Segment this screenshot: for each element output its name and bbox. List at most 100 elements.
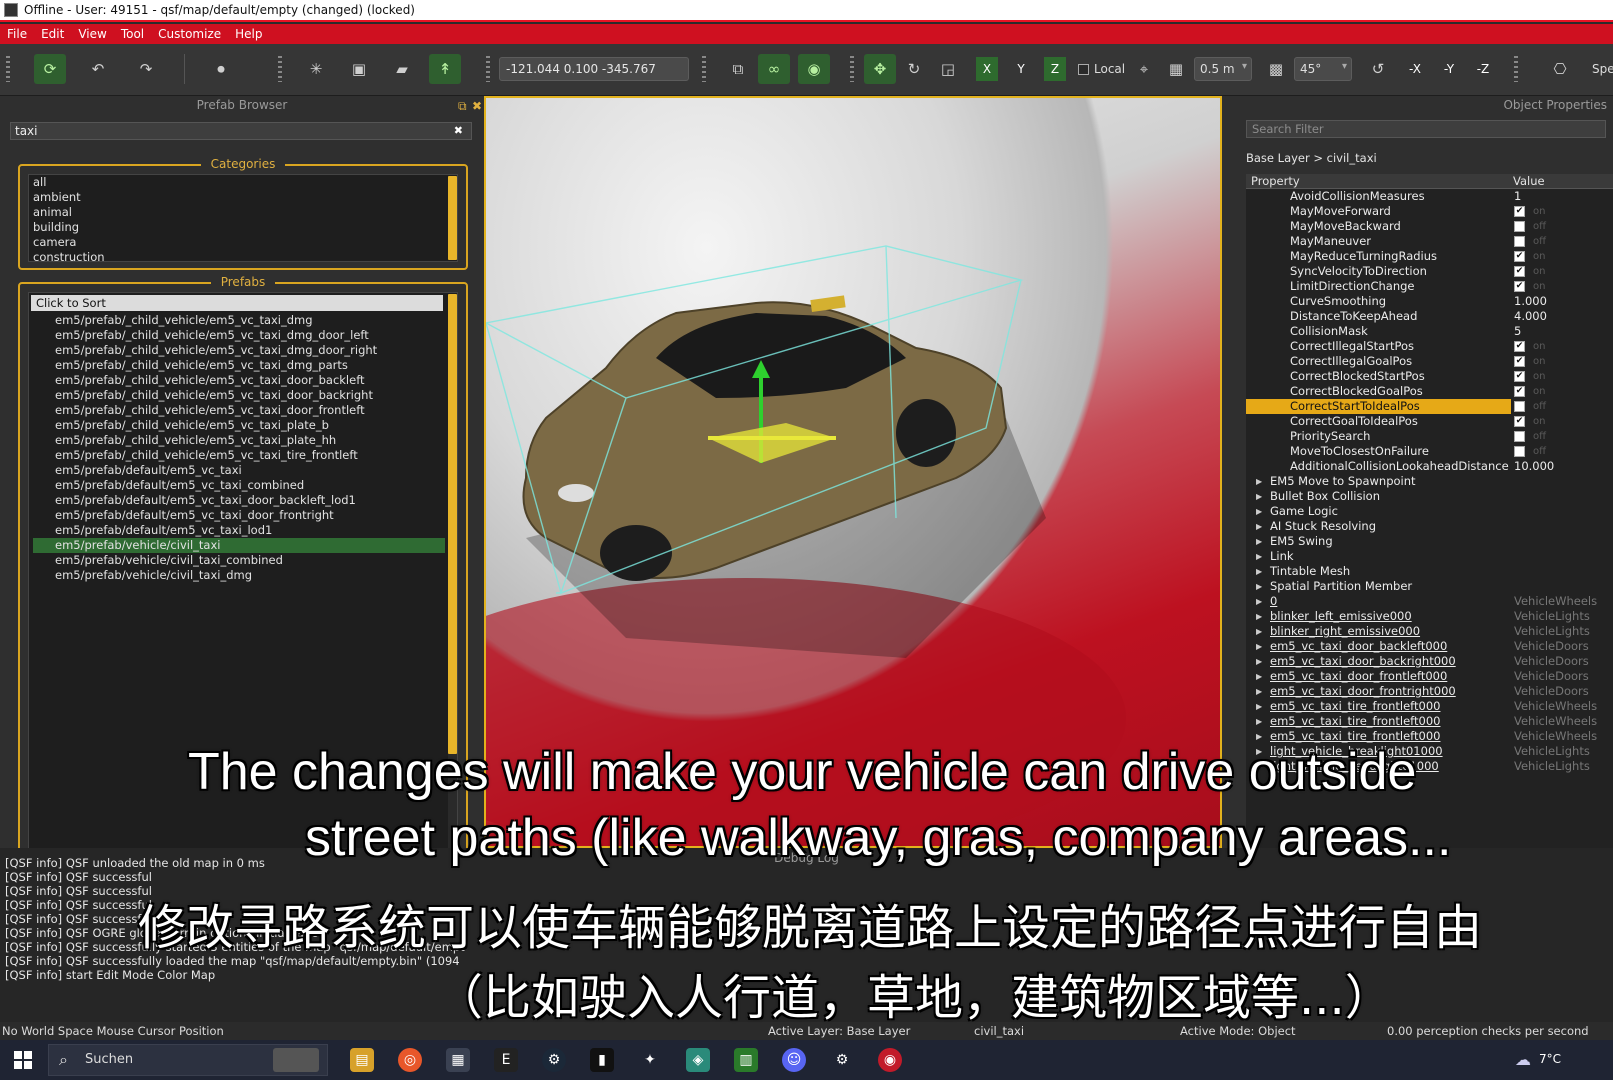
reset-rotation-icon[interactable]: ↺ [1362, 54, 1394, 84]
category-item[interactable]: ambient [29, 190, 457, 205]
child-entity-name[interactable]: blinker_left_emissive000 [1246, 609, 1511, 624]
property-value[interactable]: 1.000 [1511, 294, 1613, 309]
property-value[interactable]: ✔ on [1511, 339, 1613, 354]
property-checkbox[interactable]: ✔ [1514, 416, 1525, 427]
property-row[interactable]: DistanceToKeepAhead 4.000 [1246, 309, 1613, 324]
clear-search-icon[interactable]: ✖ [454, 124, 463, 137]
prefabs-scrollbar[interactable] [448, 294, 457, 930]
child-entity-name[interactable]: em5_vc_taxi_door_frontleft000 [1246, 669, 1511, 684]
play-icon[interactable]: ⏺ [205, 54, 237, 84]
grid-icon[interactable]: ▦ [1160, 54, 1192, 84]
menu-tool[interactable]: Tool [114, 27, 151, 41]
property-row[interactable]: CurveSmoothing 1.000 [1246, 294, 1613, 309]
steam-icon[interactable]: ⚙ [542, 1048, 566, 1072]
prefab-item[interactable]: em5/prefab/_child_vehicle/em5_vc_taxi_do… [33, 388, 445, 403]
property-section[interactable]: ▶ Bullet Box Collision [1246, 489, 1613, 504]
property-section[interactable]: ▶ EM5 Move to Spawnpoint [1246, 474, 1613, 489]
axis-x-toggle[interactable]: X [976, 57, 998, 81]
axis-y-toggle[interactable]: Y [1010, 57, 1032, 81]
scale-icon[interactable]: ◲ [932, 54, 964, 84]
neg-x-button[interactable]: -X [1404, 57, 1426, 81]
axis-z-toggle[interactable]: Z [1044, 57, 1066, 81]
child-entity-name[interactable]: em5_vc_taxi_tire_frontleft000 [1246, 699, 1511, 714]
child-entity-name[interactable]: em5_vc_taxi_tire_frontleft000 [1246, 729, 1511, 744]
move-icon[interactable]: ✥ [864, 54, 896, 84]
weather-icon[interactable]: ☁ [1515, 1050, 1531, 1069]
epic-games-icon[interactable]: E [494, 1048, 518, 1072]
property-value[interactable]: ✔ on [1511, 384, 1613, 399]
property-row[interactable]: CorrectBlockedStartPos ✔ on [1246, 369, 1613, 384]
property-row[interactable]: MoveToClosestOnFailure off [1246, 444, 1613, 459]
prefab-item[interactable]: em5/prefab/default/em5_vc_taxi_combined [33, 478, 445, 493]
expand-arrow-icon[interactable]: ▶ [1256, 489, 1262, 504]
grid-size-select[interactable]: 0.5 m [1194, 57, 1252, 81]
spreadsheet-icon[interactable]: ▥ [734, 1048, 758, 1072]
editor-app-icon[interactable]: ▦ [446, 1048, 470, 1072]
angle-snap-icon[interactable]: ▩ [1260, 54, 1292, 84]
property-row[interactable]: MayManeuver off [1246, 234, 1613, 249]
prefab-item[interactable]: em5/prefab/_child_vehicle/em5_vc_taxi_pl… [33, 418, 445, 433]
expand-arrow-icon[interactable]: ▶ [1256, 714, 1262, 729]
prefab-item[interactable]: em5/prefab/_child_vehicle/em5_vc_taxi_do… [33, 403, 445, 418]
prefab-item[interactable]: em5/prefab/_child_vehicle/em5_vc_taxi_dm… [33, 343, 445, 358]
float-icon[interactable]: ⧉ [458, 97, 467, 115]
col-property-header[interactable]: Property [1246, 174, 1508, 188]
property-checkbox[interactable]: ✔ [1514, 251, 1525, 262]
weather-temperature[interactable]: 7°C [1539, 1052, 1561, 1066]
property-value[interactable]: ✔ on [1511, 354, 1613, 369]
property-section[interactable]: ▶ Link [1246, 549, 1613, 564]
rotate-icon[interactable]: ↻ [898, 54, 930, 84]
property-checkbox[interactable]: ✔ [1514, 386, 1525, 397]
property-checkbox[interactable]: ✔ [1514, 356, 1525, 367]
property-value[interactable]: 5 [1511, 324, 1613, 339]
eye-icon[interactable]: ◉ [798, 54, 830, 84]
settings-icon[interactable]: ⚙ [830, 1048, 854, 1072]
infinity-icon[interactable]: ∞ [758, 54, 790, 84]
local-checkbox[interactable] [1078, 64, 1089, 75]
coordinates-field[interactable]: -121.044 0.100 -345.767 [499, 57, 689, 81]
prefab-item[interactable]: em5/prefab/_child_vehicle/em5_vc_taxi_dm… [33, 313, 445, 328]
refresh-icon[interactable]: ⟳ [34, 54, 66, 84]
neg-y-button[interactable]: -Y [1438, 57, 1460, 81]
child-entity-name[interactable]: 0 [1246, 594, 1511, 609]
property-value[interactable]: ✔ on [1511, 264, 1613, 279]
category-item[interactable]: all [29, 175, 457, 190]
expand-arrow-icon[interactable]: ▶ [1256, 594, 1262, 609]
property-section[interactable]: ▶ AI Stuck Resolving [1246, 519, 1613, 534]
property-checkbox[interactable] [1514, 401, 1525, 412]
child-entity-name[interactable]: em5_vc_taxi_tire_frontleft000 [1246, 714, 1511, 729]
property-checkbox[interactable]: ✔ [1514, 281, 1525, 292]
child-entity-row[interactable]: ▶ light_vehicle_headlight01000 VehicleLigh… [1246, 759, 1613, 774]
child-entity-row[interactable]: ▶ blinker_right_emissive000 VehicleLights [1246, 624, 1613, 639]
property-row[interactable]: MayReduceTurningRadius ✔ on [1246, 249, 1613, 264]
child-entity-row[interactable]: ▶ blinker_left_emissive000 VehicleLights [1246, 609, 1613, 624]
property-checkbox[interactable] [1514, 221, 1525, 232]
property-checkbox[interactable]: ✔ [1514, 206, 1525, 217]
expand-arrow-icon[interactable]: ▶ [1256, 639, 1262, 654]
close-icon[interactable]: ✖ [472, 97, 482, 115]
firefox-icon[interactable]: ◎ [398, 1048, 422, 1072]
child-entity-name[interactable]: blinker_right_emissive000 [1246, 624, 1511, 639]
property-value[interactable]: ✔ on [1511, 204, 1613, 219]
categories-scrollbar[interactable] [448, 176, 457, 260]
child-entity-name[interactable]: em5_vc_taxi_door_backleft000 [1246, 639, 1511, 654]
property-row[interactable]: CollisionMask 5 [1246, 324, 1613, 339]
taskbar-search-input[interactable]: ⌕ Suchen [48, 1044, 328, 1076]
property-row[interactable]: LimitDirectionChange ✔ on [1246, 279, 1613, 294]
windows-start-icon[interactable] [14, 1051, 32, 1069]
prefab-item[interactable]: em5/prefab/default/em5_vc_taxi_door_fron… [33, 508, 445, 523]
neg-z-button[interactable]: -Z [1472, 57, 1494, 81]
expand-arrow-icon[interactable]: ▶ [1256, 699, 1262, 714]
child-entity-name[interactable]: light_vehicle_breaklight01000 [1246, 744, 1511, 759]
undo-icon[interactable]: ↶ [82, 54, 114, 84]
camera-icon[interactable]: ⎔ [1544, 54, 1576, 84]
surface-snap-icon[interactable]: ⌖ [1128, 54, 1160, 84]
child-entity-name[interactable]: light_vehicle_headlight01000 [1246, 759, 1511, 774]
property-row[interactable]: CorrectIllegalStartPos ✔ on [1246, 339, 1613, 354]
file-explorer-icon[interactable]: ▤ [350, 1048, 374, 1072]
expand-arrow-icon[interactable]: ▶ [1256, 759, 1262, 774]
category-item[interactable]: construction [29, 250, 457, 261]
child-entity-row[interactable]: ▶ em5_vc_taxi_tire_frontleft000 VehicleWhe… [1246, 729, 1613, 744]
prefab-search-input[interactable]: taxi ✖ [10, 122, 472, 140]
property-value[interactable]: off [1511, 429, 1613, 444]
